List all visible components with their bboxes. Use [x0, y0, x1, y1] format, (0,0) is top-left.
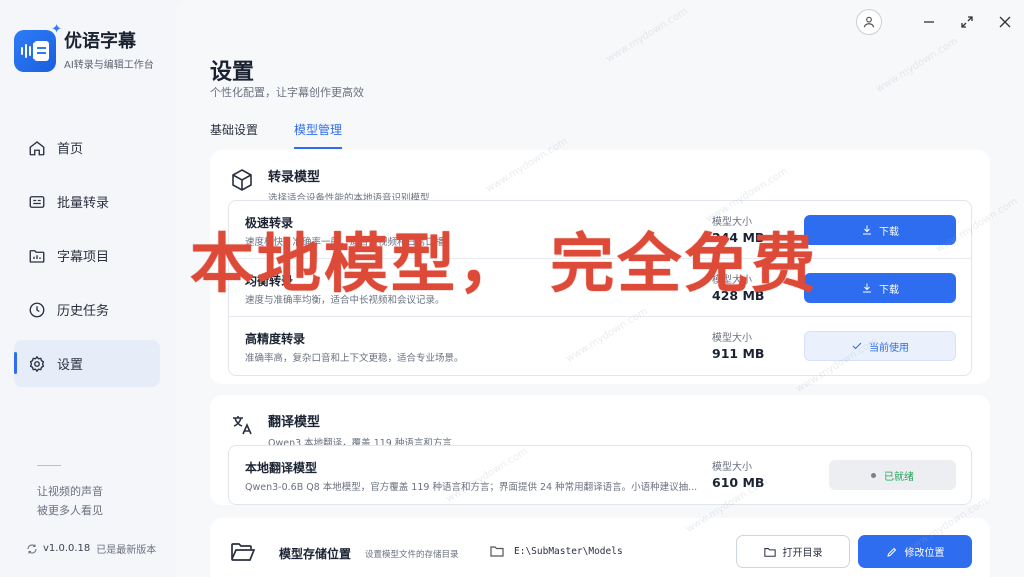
settings-tabs: 基础设置 模型管理: [210, 121, 378, 149]
download-icon: [863, 283, 871, 293]
sidebar-item-projects[interactable]: 字幕项目: [14, 232, 160, 279]
model-name: 高精度转录: [245, 332, 306, 346]
cube-icon: [232, 169, 252, 191]
translate-icon: [233, 416, 252, 435]
folder-icon: [763, 547, 776, 557]
minimize-icon: [924, 21, 934, 23]
batch-icon: [29, 195, 45, 208]
size-label: 模型大小: [712, 333, 752, 344]
promo-overlay-text: 本地模型， 完全免费: [190, 228, 819, 302]
page-subtitle: 个性化配置，让字幕创作更高效: [210, 86, 364, 99]
sidebar-item-label: 历史任务: [57, 304, 110, 319]
list-item: 本地翻译模型 Qwen3-0.6B Q8 本地模型，官方覆盖 119 种语言和方…: [229, 446, 971, 504]
status-dot: [871, 472, 876, 478]
download-button[interactable]: 下载: [804, 215, 956, 245]
minimize-button[interactable]: [910, 6, 948, 38]
section-title: 翻译模型: [268, 415, 321, 430]
sparkle-icon: ✦: [51, 22, 62, 37]
home-icon: [29, 140, 45, 155]
translation-model-list: 本地翻译模型 Qwen3-0.6B Q8 本地模型，官方覆盖 119 种语言和方…: [228, 445, 972, 505]
model-desc: 准确率高，复杂口音和上下文更稳，适合专业场景。: [245, 353, 464, 364]
folder-icon: [29, 249, 45, 263]
storage-location-card: 模型存储位置 设置模型文件的存储目录 E:\SubMaster\Models 打…: [210, 518, 990, 577]
sidebar-item-label: 批量转录: [57, 196, 110, 211]
pencil-icon: [886, 547, 896, 557]
sidebar-item-batch[interactable]: 批量转录: [14, 178, 160, 225]
sidebar-nav: 首页 批量转录 字幕项目 历史任务 设置: [14, 124, 160, 394]
divider: [37, 465, 61, 466]
tab-model-management[interactable]: 模型管理: [294, 121, 343, 149]
size-label: 模型大小: [712, 462, 752, 473]
tab-basic-settings[interactable]: 基础设置: [210, 121, 258, 149]
download-button[interactable]: 下载: [804, 273, 956, 303]
open-directory-button[interactable]: 打开目录: [736, 535, 850, 568]
user-icon: [863, 16, 875, 28]
folder-open-icon: [231, 543, 256, 561]
avatar[interactable]: [856, 9, 882, 35]
translation-model-card: 翻译模型 Qwen3 本地翻译，覆盖 119 种语言和方言 本地翻译模型 Qwe…: [210, 395, 990, 505]
sidebar-item-history[interactable]: 历史任务: [14, 286, 160, 333]
app-logo: ✦: [14, 23, 62, 72]
refresh-icon: [27, 544, 37, 553]
clock-icon: [29, 302, 45, 317]
folder-icon: [490, 546, 504, 557]
sidebar-item-home[interactable]: 首页: [14, 124, 160, 171]
version-status: 已是最新版本: [96, 545, 157, 556]
maximize-button[interactable]: [948, 6, 986, 38]
sidebar-item-label: 字幕项目: [57, 250, 110, 265]
app-name: 优语字幕: [64, 31, 136, 52]
download-icon: [863, 225, 871, 235]
section-title: 模型存储位置: [279, 547, 352, 561]
expand-icon: [961, 16, 973, 28]
sidebar-item-label: 首页: [57, 142, 84, 157]
app-tagline: AI转录与编辑工作台: [64, 60, 154, 71]
close-button[interactable]: [986, 6, 1024, 38]
gear-icon: [29, 355, 45, 372]
current-model-button[interactable]: 当前使用: [804, 331, 956, 361]
page-title: 设置: [210, 60, 255, 85]
version-number: v1.0.0.18: [43, 543, 91, 554]
model-name: 本地翻译模型: [245, 461, 318, 475]
title-bar: [856, 6, 1024, 38]
sidebar-item-label: 设置: [57, 358, 84, 373]
ready-status-badge: 已就绪: [829, 460, 956, 490]
slogan: 让视频的声音 被更多人看见: [37, 485, 103, 517]
sidebar: ✦ 优语字幕 AI转录与编辑工作台 首页 批量转录 字幕项目 历史任务 设置 让…: [0, 0, 176, 577]
version-info: v1.0.0.18 已是最新版本: [26, 541, 156, 556]
sidebar-item-settings[interactable]: 设置: [14, 340, 160, 387]
brand: ✦ 优语字幕 AI转录与编辑工作台: [14, 23, 154, 72]
storage-path: E:\SubMaster\Models: [490, 545, 623, 557]
model-size: 911 MB: [712, 346, 765, 361]
section-title: 转录模型: [268, 170, 321, 185]
section-desc: 设置模型文件的存储目录: [365, 550, 459, 560]
close-icon: [999, 16, 1011, 28]
